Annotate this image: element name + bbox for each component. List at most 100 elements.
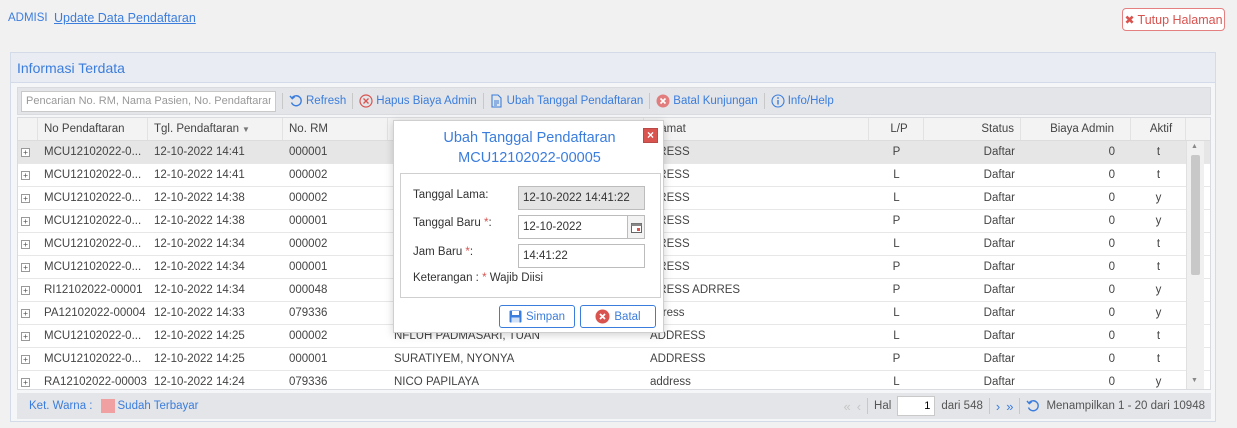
refresh-button[interactable]: Refresh (289, 94, 346, 108)
row-expander[interactable]: + (18, 279, 38, 301)
close-page-button[interactable]: ✖ Tutup Halaman (1122, 8, 1225, 31)
toolbar-divider (763, 93, 765, 109)
expand-plus-icon[interactable]: + (21, 216, 30, 226)
cell-status: Daftar (983, 376, 1015, 388)
pager: « ‹ Hal dari 548 › » Menampilkan 1 - 20 … (843, 393, 1211, 419)
info-help-button[interactable]: Info/Help (771, 94, 834, 108)
next-page-icon[interactable]: › (996, 399, 1000, 414)
jam-baru-field[interactable]: 14:41:22 (518, 244, 645, 268)
cell-biaya-admin: 0 (1108, 238, 1115, 250)
scroll-down-icon[interactable]: ▼ (1191, 377, 1198, 384)
row-expander[interactable]: + (18, 348, 38, 370)
cell-lp: L (893, 238, 900, 250)
cell-no-pendaftaran: PA12102022-00004 (44, 307, 146, 319)
expand-plus-icon[interactable]: + (21, 262, 30, 272)
header-no-pendaftaran[interactable]: No Pendaftaran (38, 118, 148, 140)
cell-status: Daftar (983, 146, 1015, 158)
calendar-icon[interactable] (627, 216, 644, 238)
ubah-tanggal-label: Ubah Tanggal Pendaftaran (506, 95, 644, 107)
cell-no-rm: 000048 (289, 284, 328, 296)
tanggal-baru-value: 12-10-2022 (523, 221, 582, 233)
row-expander[interactable]: + (18, 164, 38, 186)
toolbar-divider (649, 93, 651, 109)
total-pages-label: dari 548 (941, 400, 983, 412)
cell-alamat: ADDRESS (650, 330, 706, 342)
expand-plus-icon[interactable]: + (21, 354, 30, 364)
batal-button[interactable]: Batal (580, 305, 656, 328)
row-expander[interactable]: + (18, 302, 38, 324)
cell-tgl-pendaftaran: 12-10-2022 14:24 (154, 376, 245, 388)
simpan-button[interactable]: Simpan (499, 305, 575, 328)
table-row[interactable]: + RA12102022-00003 12-10-2022 14:24 079336 N… (18, 371, 1210, 389)
header-aktif[interactable]: Aktif (1131, 118, 1186, 140)
row-expander[interactable]: + (18, 141, 38, 163)
expand-plus-icon[interactable]: + (21, 285, 30, 295)
grid-scrollbar[interactable]: ▲ ▼ (1186, 141, 1204, 389)
cell-no-pendaftaran: MCU12102022-0... (44, 238, 142, 250)
cell-no-pendaftaran: RA12102022-00003 (44, 376, 147, 388)
first-page-icon[interactable]: « (843, 399, 850, 414)
breadcrumb-admisi[interactable]: ADMISI (8, 12, 48, 24)
toolbar-divider (282, 93, 283, 109)
cell-aktif: y (1155, 376, 1162, 388)
cell-no-rm: 000002 (289, 192, 328, 204)
header-status[interactable]: Status (924, 118, 1021, 140)
toolbar-divider (352, 93, 354, 109)
scroll-thumb[interactable] (1191, 155, 1200, 275)
cell-alamat: ddress (650, 307, 685, 319)
search-input[interactable] (21, 90, 276, 112)
row-expander[interactable]: + (18, 371, 38, 389)
row-expander[interactable]: + (18, 210, 38, 232)
cell-no-pendaftaran: RI12102022-00001 (44, 284, 143, 296)
cell-no-pendaftaran: MCU12102022-0... (44, 146, 142, 158)
cancel-icon (595, 309, 610, 324)
expand-plus-icon[interactable]: + (21, 193, 30, 203)
expand-plus-icon[interactable]: + (21, 308, 30, 318)
expand-plus-icon[interactable]: + (21, 147, 30, 157)
prev-page-icon[interactable]: ‹ (857, 399, 861, 414)
dialog-form: Tanggal Lama: 12-10-2022 14:41:22 Tangga… (400, 173, 661, 298)
expand-plus-icon[interactable]: + (21, 170, 30, 180)
cell-status: Daftar (983, 284, 1015, 296)
page-title[interactable]: Update Data Pendaftaran (54, 11, 196, 25)
toolbar-divider (482, 93, 484, 109)
cell-status: Daftar (983, 261, 1015, 273)
cell-aktif: y (1155, 215, 1162, 227)
table-row[interactable]: + MCU12102022-0... 12-10-2022 14:25 000001 S… (18, 348, 1210, 371)
hapus-biaya-admin-label: Hapus Biaya Admin (376, 95, 477, 107)
header-biaya-admin[interactable]: Biaya Admin (1021, 118, 1131, 140)
hapus-biaya-admin-button[interactable]: Hapus Biaya Admin (359, 94, 477, 108)
tanggal-baru-field[interactable]: 12-10-2022 (518, 215, 645, 239)
cancel-filled-icon (656, 94, 670, 108)
cell-lp: L (893, 330, 900, 342)
expand-plus-icon[interactable]: + (21, 239, 30, 249)
expand-plus-icon[interactable]: + (21, 331, 30, 341)
cell-lp: L (893, 192, 900, 204)
expand-plus-icon[interactable]: + (21, 377, 30, 387)
cell-aktif: y (1155, 192, 1162, 204)
row-expander[interactable]: + (18, 233, 38, 255)
cell-alamat: DRESS (650, 261, 690, 273)
batal-kunjungan-button[interactable]: Batal Kunjungan (656, 94, 758, 108)
label-colon: : (488, 217, 492, 229)
last-page-icon[interactable]: » (1006, 399, 1013, 414)
cell-biaya-admin: 0 (1108, 215, 1115, 227)
cell-biaya-admin: 0 (1108, 261, 1115, 273)
cell-tgl-pendaftaran: 12-10-2022 14:41 (154, 146, 245, 158)
page-number-input[interactable] (897, 396, 936, 416)
pager-refresh-icon[interactable] (1026, 399, 1040, 413)
row-expander[interactable]: + (18, 325, 38, 347)
scroll-up-icon[interactable]: ▲ (1191, 143, 1198, 150)
dialog-close-icon[interactable]: × (643, 128, 658, 143)
cell-alamat: DRESS (650, 215, 690, 227)
cell-alamat: DRESS (650, 238, 690, 250)
header-no-rm[interactable]: No. RM (283, 118, 388, 140)
cell-tgl-pendaftaran: 12-10-2022 14:38 (154, 215, 245, 227)
header-alamat[interactable]: Alamat (644, 118, 869, 140)
header-lp[interactable]: L/P (869, 118, 924, 140)
header-tgl-pendaftaran[interactable]: Tgl. Pendaftaran ▼ (148, 118, 283, 140)
row-expander[interactable]: + (18, 187, 38, 209)
row-expander[interactable]: + (18, 256, 38, 278)
ubah-tanggal-button[interactable]: Ubah Tanggal Pendaftaran (490, 94, 644, 108)
cell-biaya-admin: 0 (1108, 307, 1115, 319)
